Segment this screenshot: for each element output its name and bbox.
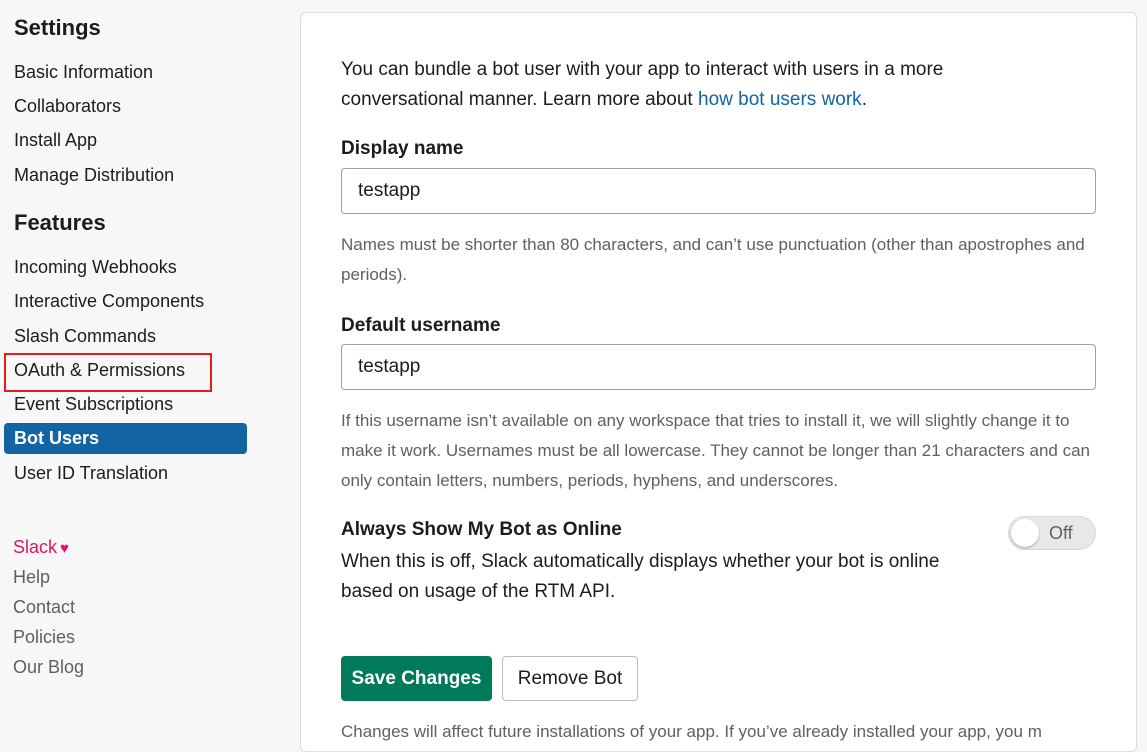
sidebar-item-manage-distribution[interactable]: Manage Distribution bbox=[4, 160, 247, 191]
online-toggle-title: Always Show My Bot as Online bbox=[341, 519, 622, 540]
sidebar-item-user-id-translation[interactable]: User ID Translation bbox=[4, 458, 247, 489]
toggle-state-label: Off bbox=[1049, 523, 1073, 543]
save-changes-button[interactable]: Save Changes bbox=[341, 656, 492, 701]
default-username-label: Default username bbox=[341, 315, 501, 336]
toggle-knob bbox=[1011, 519, 1039, 547]
footer-slack-link[interactable]: Slack ♥ bbox=[13, 537, 69, 558]
display-name-hint: Names must be shorter than 80 characters… bbox=[341, 235, 1085, 284]
features-title: Features bbox=[14, 210, 106, 235]
sidebar-item-collaborators[interactable]: Collaborators bbox=[4, 91, 247, 122]
sidebar-item-event-subscriptions[interactable]: Event Subscriptions bbox=[4, 389, 247, 420]
sidebar-item-install-app[interactable]: Install App bbox=[4, 125, 247, 156]
online-toggle-switch[interactable]: Off bbox=[1008, 516, 1096, 550]
footer-help-link[interactable]: Help bbox=[13, 567, 50, 588]
footer-policies-link[interactable]: Policies bbox=[13, 627, 75, 648]
sidebar-item-bot-users[interactable]: Bot Users bbox=[4, 423, 247, 454]
footer-contact-link[interactable]: Contact bbox=[13, 597, 75, 618]
online-toggle-description: When this is off, Slack automatically di… bbox=[341, 551, 940, 602]
sidebar-item-incoming-webhooks[interactable]: Incoming Webhooks bbox=[4, 252, 247, 283]
display-name-input[interactable] bbox=[341, 168, 1096, 214]
cutoff-note: Changes will affect future installations… bbox=[341, 722, 1042, 741]
highlight-box bbox=[4, 353, 212, 392]
default-username-hint: If this username isn’t available on any … bbox=[341, 411, 1091, 490]
sidebar-item-slash-commands[interactable]: Slash Commands bbox=[4, 321, 247, 352]
display-name-label: Display name bbox=[341, 138, 464, 159]
footer-slack-label: Slack bbox=[13, 537, 58, 557]
sidebar-item-basic-information[interactable]: Basic Information bbox=[4, 57, 247, 88]
footer-blog-link[interactable]: Our Blog bbox=[13, 657, 84, 678]
intro-text: You can bundle a bot user with your app … bbox=[341, 55, 1021, 115]
sidebar: Settings Basic Information Collaborators… bbox=[0, 0, 300, 735]
sidebar-item-interactive-components[interactable]: Interactive Components bbox=[4, 286, 247, 317]
remove-bot-button[interactable]: Remove Bot bbox=[502, 656, 638, 701]
bot-users-docs-link[interactable]: how bot users work bbox=[698, 89, 862, 110]
settings-title: Settings bbox=[14, 15, 101, 40]
intro-end: . bbox=[861, 89, 867, 110]
heart-icon: ♥ bbox=[60, 540, 69, 557]
default-username-input[interactable] bbox=[341, 344, 1096, 390]
